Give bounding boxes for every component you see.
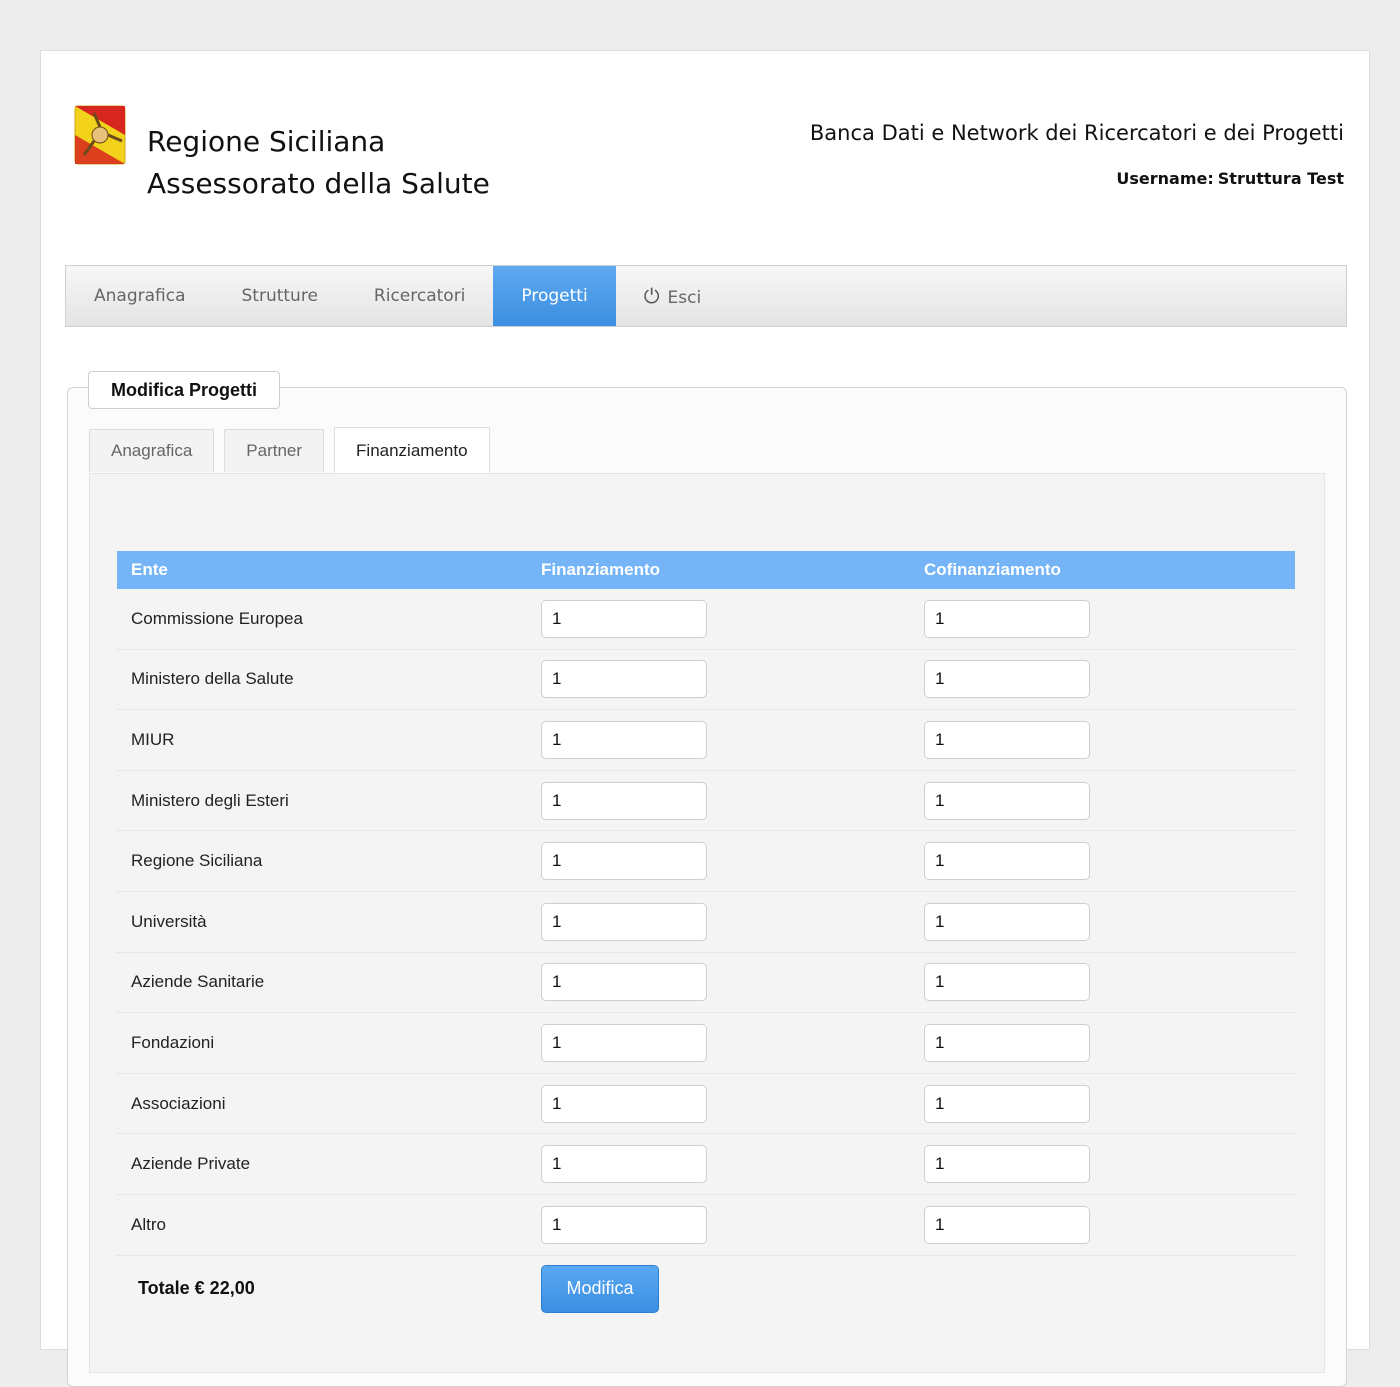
cofinanziamento-input[interactable] [924,599,1090,638]
tab-anagrafica[interactable]: Anagrafica [89,429,215,472]
table-row: Associazioni [117,1074,1295,1135]
cell-cofinanziamento [910,963,1295,1002]
cofinanziamento-input[interactable] [924,781,1090,820]
cell-finanziamento [527,660,910,699]
nav-item-esci-label: Esci [667,288,702,308]
cofinanziamento-input[interactable] [924,963,1090,1002]
total-amount: Totale € 22,00 [138,1278,255,1299]
table-footer: Totale € 22,00 Modifica [117,1256,1295,1322]
table-row: Altro [117,1195,1295,1256]
ente-name: Commissione Europea [131,608,303,628]
cell-finanziamento [527,902,910,941]
username-value: Struttura Test [1217,169,1344,188]
ente-name: Fondazioni [131,1032,215,1052]
finanziamento-input[interactable] [541,660,707,699]
nav-item-strutture[interactable]: Strutture [214,266,346,326]
table-row: Aziende Private [117,1134,1295,1195]
cell-cofinanziamento [910,842,1295,881]
trinacria-logo-icon [74,105,126,165]
main-nav: Anagrafica Strutture Ricercatori Progett… [65,265,1347,327]
nav-item-ricercatori[interactable]: Ricercatori [346,266,494,326]
header-finanziamento: Finanziamento [541,560,661,579]
username-display: Username: Struttura Test [1116,169,1344,188]
table-row: Ministero degli Esteri [117,771,1295,832]
table-row: Università [117,892,1295,953]
power-icon: ⏻ [643,284,660,308]
page-container: Regione Siciliana Assessorato della Salu… [40,50,1370,1387]
table-row: Fondazioni [117,1013,1295,1074]
ente-name: Ministero degli Esteri [131,790,289,810]
ente-name: Altro [131,1214,166,1234]
username-label: Username: [1116,169,1214,188]
finanziamento-input[interactable] [541,963,707,1002]
nav-item-progetti[interactable]: Progetti [493,266,616,326]
cell-cofinanziamento [910,902,1295,941]
cell-finanziamento [527,1023,910,1062]
cofinanziamento-input[interactable] [924,902,1090,941]
site-title: Banca Dati e Network dei Ricercatori e d… [809,121,1344,145]
cell-cofinanziamento [910,660,1295,699]
finanziamento-input[interactable] [541,720,707,759]
cell-cofinanziamento [910,1145,1295,1184]
brand-line-2: Assessorato della Salute [147,167,490,200]
table-row: Commissione Europea [117,589,1295,650]
modifica-button[interactable]: Modifica [541,1264,659,1313]
brand: Regione Siciliana Assessorato della Salu… [147,121,490,205]
cell-cofinanziamento [910,1084,1295,1123]
finanziamento-input[interactable] [541,1023,707,1062]
table-header-row: Ente Finanziamento Cofinanziamento [117,551,1295,589]
finanziamento-input[interactable] [541,1205,707,1244]
tab-partner[interactable]: Partner [224,429,325,472]
cell-finanziamento [527,1205,910,1244]
funding-table: Ente Finanziamento Cofinanziamento Commi… [117,551,1295,1322]
cell-cofinanziamento [910,1205,1295,1244]
cell-cofinanziamento [910,1023,1295,1062]
cell-finanziamento [527,1084,910,1123]
tab-finanziamento[interactable]: Finanziamento [334,427,490,473]
finanziamento-input[interactable] [541,599,707,638]
finanziamento-input[interactable] [541,842,707,881]
cofinanziamento-input[interactable] [924,1023,1090,1062]
cofinanziamento-input[interactable] [924,1205,1090,1244]
ente-name: Università [131,911,207,931]
ente-name: Aziende Sanitarie [131,972,265,992]
fieldset-legend: Modifica Progetti [88,371,281,409]
ente-name: Aziende Private [131,1154,251,1174]
cell-finanziamento [527,720,910,759]
cofinanziamento-input[interactable] [924,1145,1090,1184]
ente-name: MIUR [131,729,175,749]
nav-item-esci[interactable]: ⏻ Esci [616,266,730,326]
ente-name: Ministero della Salute [131,669,294,689]
cell-cofinanziamento [910,720,1295,759]
cell-finanziamento [527,842,910,881]
cofinanziamento-input[interactable] [924,1084,1090,1123]
project-tabs: Anagrafica Partner Finanziamento [89,427,500,475]
ente-name: Associazioni [131,1093,226,1113]
finanziamento-input[interactable] [541,1084,707,1123]
cell-cofinanziamento [910,781,1295,820]
cofinanziamento-input[interactable] [924,842,1090,881]
table-row: Regione Siciliana [117,831,1295,892]
cell-cofinanziamento [910,599,1295,638]
finanziamento-input[interactable] [541,1145,707,1184]
table-row: Ministero della Salute [117,650,1295,711]
nav-item-anagrafica[interactable]: Anagrafica [66,266,214,326]
brand-line-1: Regione Siciliana [147,125,386,158]
finanziamento-input[interactable] [541,902,707,941]
header-ente: Ente [131,560,168,579]
cell-finanziamento [527,781,910,820]
ente-name: Regione Siciliana [131,851,263,871]
table-row: MIUR [117,710,1295,771]
finanziamento-input[interactable] [541,781,707,820]
cofinanziamento-input[interactable] [924,720,1090,759]
cell-finanziamento [527,1145,910,1184]
cell-finanziamento [527,963,910,1002]
cell-finanziamento [527,599,910,638]
cofinanziamento-input[interactable] [924,660,1090,699]
header-cofinanziamento: Cofinanziamento [924,560,1061,579]
table-row: Aziende Sanitarie [117,953,1295,1014]
